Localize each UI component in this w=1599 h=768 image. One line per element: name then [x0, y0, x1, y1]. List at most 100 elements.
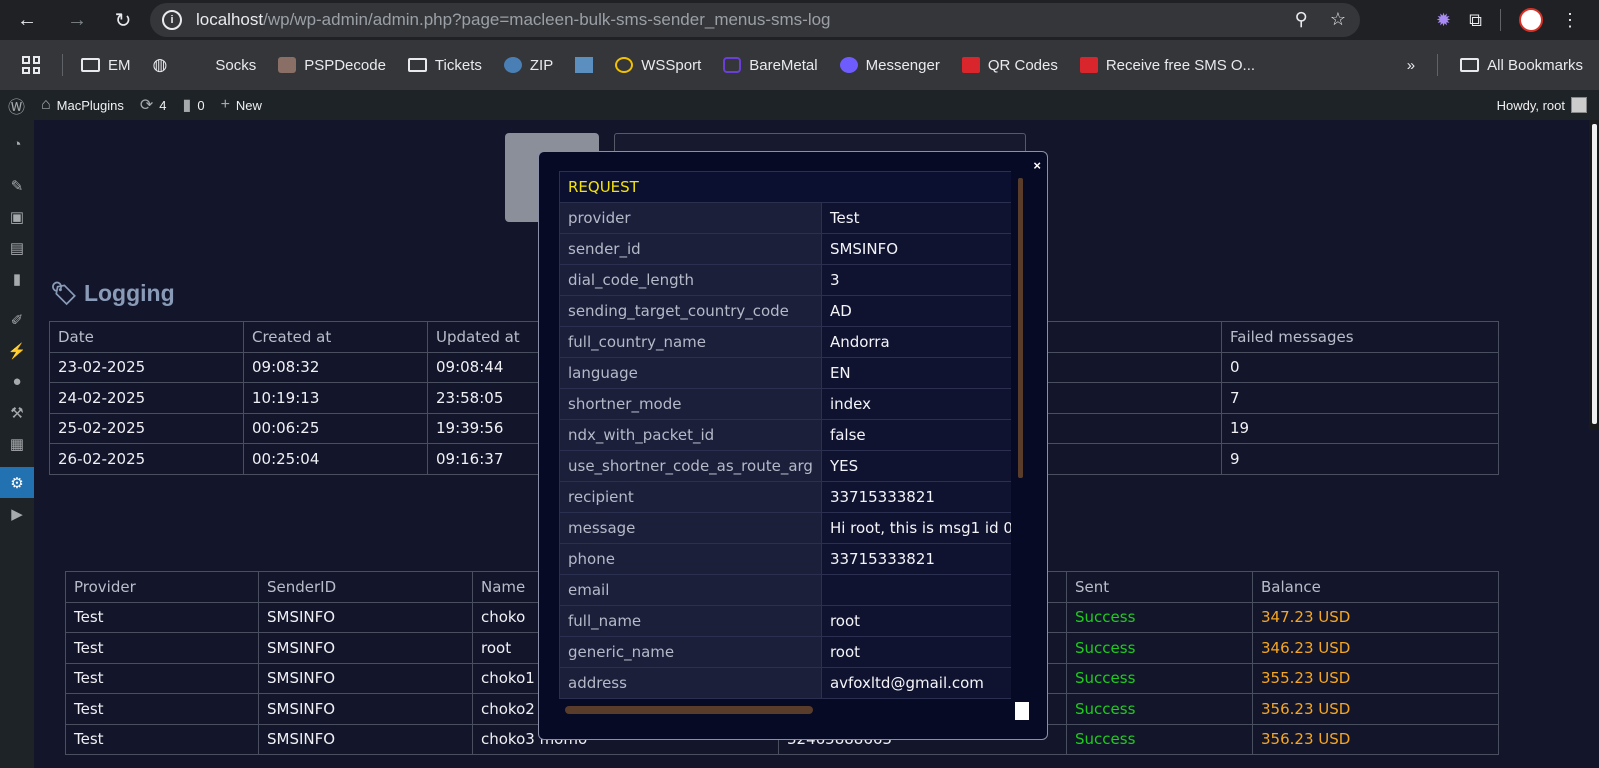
modal-scroll-area[interactable]: REQUEST provider Test sender_id SMSINFO di…: [559, 171, 1011, 703]
bookmark-baremetal[interactable]: BareMetal: [723, 57, 818, 74]
col-created-at: Created at: [243, 321, 428, 353]
apps-icon[interactable]: [22, 56, 40, 74]
cell: Test: [65, 662, 259, 694]
field-value: root: [820, 636, 1011, 668]
bookmark-socks[interactable]: Socks: [189, 57, 256, 74]
status-cell: Success: [1066, 662, 1253, 694]
users-icon[interactable]: ●: [0, 366, 34, 397]
menu-kebab-icon[interactable]: ⋮: [1561, 10, 1579, 31]
back-icon[interactable]: ←: [10, 3, 44, 37]
field-key: email: [559, 574, 822, 606]
bookmark-label: Receive free SMS O...: [1105, 56, 1256, 74]
bookmark-zip[interactable]: ZIP: [503, 56, 554, 74]
bookmark-receive-sms[interactable]: Receive free SMS O...: [1079, 56, 1256, 74]
table-row: recipient 33715333821: [559, 481, 1011, 513]
tools-icon[interactable]: ⚒: [0, 397, 34, 428]
posts-icon[interactable]: ✎: [0, 170, 34, 201]
all-bookmarks[interactable]: All Bookmarks: [1460, 57, 1583, 74]
site-name-link[interactable]: ⌂ MacPlugins: [41, 96, 124, 114]
field-key: ndx_with_packet_id: [559, 419, 822, 451]
bookmark-globe[interactable]: ◍: [153, 55, 168, 75]
my-account-link[interactable]: Howdy, root: [1497, 97, 1587, 113]
cell: 19: [1221, 412, 1499, 444]
field-key: provider: [559, 202, 822, 234]
request-details-modal: × REQUEST provider Test sender_id SMSINFO …: [538, 151, 1048, 740]
bookmark-tickets[interactable]: Tickets: [407, 56, 482, 74]
wordpress-logo-icon[interactable]: Ⓦ: [8, 93, 25, 118]
address-bar[interactable]: i localhost/wp/wp-admin/admin.php?page=m…: [150, 3, 1360, 37]
bookmark-messenger[interactable]: Messenger: [839, 56, 940, 74]
bookmark-wssport[interactable]: WSSport: [615, 57, 701, 74]
star-icon[interactable]: ☆: [1330, 9, 1346, 30]
field-value: index: [820, 388, 1011, 420]
table-row: full_name root: [559, 605, 1011, 637]
field-key: language: [559, 357, 822, 389]
forward-icon[interactable]: →: [60, 3, 94, 37]
field-value: false: [820, 419, 1011, 451]
extension-gear-icon[interactable]: ✹: [1436, 10, 1451, 31]
more-bookmarks-button[interactable]: »: [1407, 57, 1415, 74]
modal-vertical-scrollbar[interactable]: [1018, 178, 1023, 478]
cell: SMSINFO: [258, 632, 473, 664]
comments-icon[interactable]: ▮: [0, 263, 34, 294]
cell: SMSINFO: [258, 662, 473, 694]
cell: 0: [1221, 351, 1499, 383]
cell: 9: [1221, 443, 1499, 475]
bookmark-label: ZIP: [529, 56, 554, 74]
table-row: ndx_with_packet_id false: [559, 419, 1011, 451]
table-row: message Hi root, this is msg1 id 0c: [559, 512, 1011, 544]
profile-avatar[interactable]: [1519, 8, 1543, 32]
extensions-puzzle-icon[interactable]: ⧉: [1469, 10, 1482, 31]
page-scrollbar-thumb[interactable]: [1592, 124, 1597, 424]
status-cell: Success: [1066, 632, 1253, 664]
dashboard-icon[interactable]: ◔: [0, 129, 34, 160]
table-row: language EN: [559, 357, 1011, 389]
collapse-menu-icon[interactable]: ▶: [0, 498, 34, 529]
qr-icon: [961, 57, 980, 73]
reload-icon[interactable]: ↻: [106, 3, 140, 37]
bookmark-label: EM: [108, 56, 131, 74]
bookmark-qr-codes[interactable]: QR Codes: [961, 57, 1058, 74]
table-row: full_country_name Andorra: [559, 326, 1011, 358]
appearance-icon[interactable]: ✐: [0, 304, 34, 335]
table-row: sending_target_country_code AD: [559, 295, 1011, 327]
modal-horizontal-scrollbar[interactable]: [565, 706, 813, 714]
site-info-icon[interactable]: i: [162, 10, 182, 30]
comments-link[interactable]: ▮ 0: [183, 95, 205, 115]
status-cell: Success: [1066, 723, 1253, 755]
bookmark-map[interactable]: [575, 57, 594, 73]
close-icon[interactable]: ×: [1033, 158, 1041, 173]
media-icon[interactable]: ▣: [0, 201, 34, 232]
bookmark-label: PSPDecode: [304, 56, 386, 74]
table-row: generic_name root: [559, 636, 1011, 668]
pspdecode-icon: [278, 57, 297, 73]
table-row: dial_code_length 3: [559, 264, 1011, 296]
wssport-icon: [615, 57, 634, 73]
table-row: provider Test: [559, 202, 1011, 234]
updates-count: 4: [159, 97, 167, 113]
col-sender-id: SenderID: [258, 571, 473, 603]
cell: SMSINFO: [258, 723, 473, 755]
request-heading-row: REQUEST: [559, 171, 1011, 203]
zoom-icon[interactable]: ⚲: [1295, 9, 1308, 30]
balance-cell: 347.23 USD: [1252, 601, 1499, 633]
bookmark-label: Messenger: [865, 56, 940, 74]
bookmark-em[interactable]: EM: [81, 57, 131, 74]
settings-icon[interactable]: ▦: [0, 428, 34, 459]
new-content-link[interactable]: + New: [221, 96, 262, 114]
bookmark-label: Tickets: [434, 56, 482, 74]
plugin-settings-icon[interactable]: ⚙: [0, 467, 34, 498]
updates-link[interactable]: ⟳ 4: [140, 95, 167, 115]
table-row: email: [559, 574, 1011, 606]
socks-icon: [189, 57, 207, 73]
plugins-icon[interactable]: ⚡: [0, 335, 34, 366]
url-text[interactable]: localhost/wp/wp-admin/admin.php?page=mac…: [196, 10, 831, 30]
request-table: REQUEST provider Test sender_id SMSINFO di…: [559, 171, 1011, 699]
comments-count: 0: [197, 97, 205, 113]
bookmark-pspdecode[interactable]: PSPDecode: [278, 57, 386, 74]
cell: Test: [65, 632, 259, 664]
pages-icon[interactable]: ▤: [0, 232, 34, 263]
cell: 24-02-2025: [49, 382, 244, 414]
request-heading: REQUEST: [559, 171, 1011, 203]
balance-cell: 356.23 USD: [1252, 693, 1499, 725]
